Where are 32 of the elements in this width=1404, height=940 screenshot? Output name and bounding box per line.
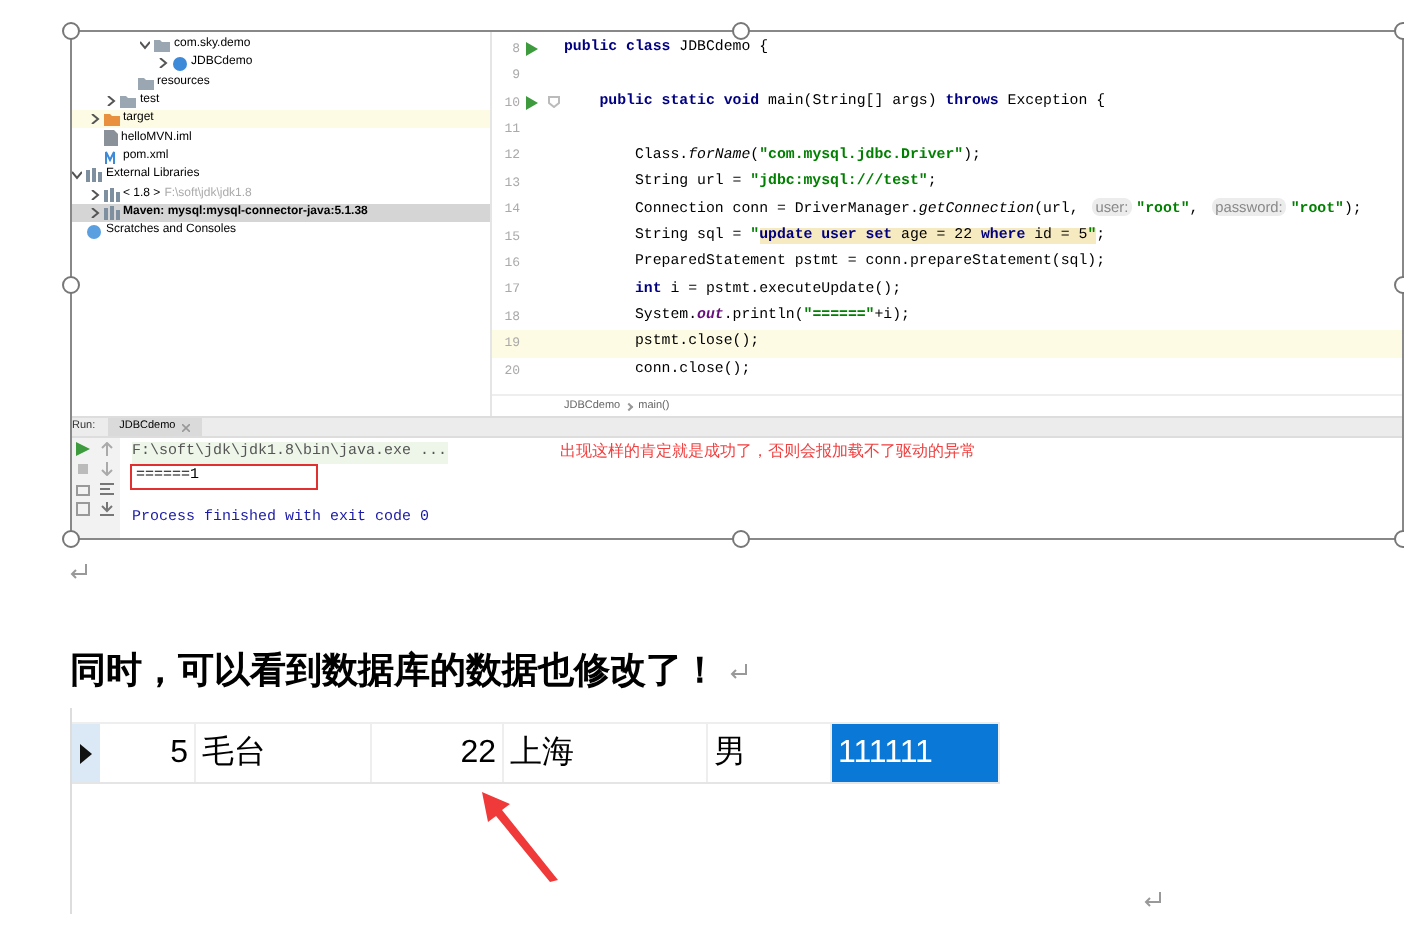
scroll-to-end-icon[interactable] — [99, 502, 113, 516]
current-row-icon — [80, 743, 92, 763]
wrap-icon[interactable] — [99, 482, 113, 496]
folder-icon — [154, 38, 170, 53]
breadcrumb-separator-icon — [625, 401, 634, 411]
table-cell[interactable]: 5 — [100, 724, 196, 782]
run-icon[interactable] — [76, 442, 90, 456]
resize-handle[interactable] — [62, 22, 80, 40]
resize-handle[interactable] — [732, 22, 750, 40]
run-icon[interactable] — [526, 42, 538, 57]
library-icon — [86, 168, 102, 183]
heading: 同时，可以看到数据库的数据也修改了！ — [70, 648, 718, 694]
paragraph-mark-icon — [730, 663, 748, 679]
annotation-note: 出现这样的肯定就是成功了，否则会报加载不了驱动的异常 — [560, 440, 976, 464]
table-cell[interactable]: 上海 — [504, 724, 708, 782]
library-icon — [103, 187, 119, 202]
table-cell[interactable]: 毛台 — [196, 724, 372, 782]
library-icon — [103, 205, 119, 220]
scratches-icon — [86, 223, 102, 240]
resize-handle[interactable] — [62, 530, 80, 548]
table-cell[interactable]: 111111 — [832, 724, 1000, 782]
resize-handle[interactable] — [62, 276, 80, 294]
annotation-arrow — [478, 788, 562, 884]
table-cell[interactable]: 22 — [372, 724, 504, 782]
paragraph-mark-icon — [1144, 892, 1162, 908]
class-icon — [171, 55, 187, 72]
paragraph-mark-icon — [70, 564, 88, 580]
run-icon[interactable] — [526, 95, 538, 110]
row-header[interactable] — [72, 724, 100, 782]
resize-handle[interactable] — [732, 530, 750, 548]
file-icon — [103, 130, 117, 147]
maven-file-icon — [103, 149, 119, 164]
